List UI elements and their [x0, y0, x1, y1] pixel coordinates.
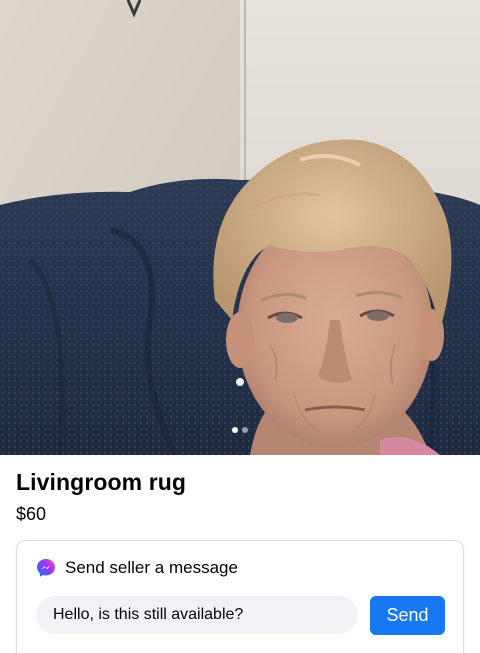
listing-price: $60 — [16, 504, 47, 524]
marketplace-listing-page: Livingroom rug $60 Send seller a message… — [0, 0, 480, 653]
listing-photo-image — [0, 0, 480, 455]
carousel-dot-active[interactable] — [232, 427, 238, 433]
listing-photo[interactable] — [0, 0, 480, 455]
carousel-dot[interactable] — [242, 427, 248, 433]
listing-title: Livingroom rug — [16, 469, 187, 495]
carousel-indicator — [0, 427, 480, 433]
message-input[interactable] — [36, 596, 358, 634]
message-seller-card: Send seller a message Send — [16, 540, 464, 653]
message-card-header: Send seller a message — [36, 558, 238, 578]
messenger-icon — [36, 558, 56, 578]
message-card-title: Send seller a message — [65, 558, 238, 577]
send-button[interactable]: Send — [370, 596, 445, 635]
